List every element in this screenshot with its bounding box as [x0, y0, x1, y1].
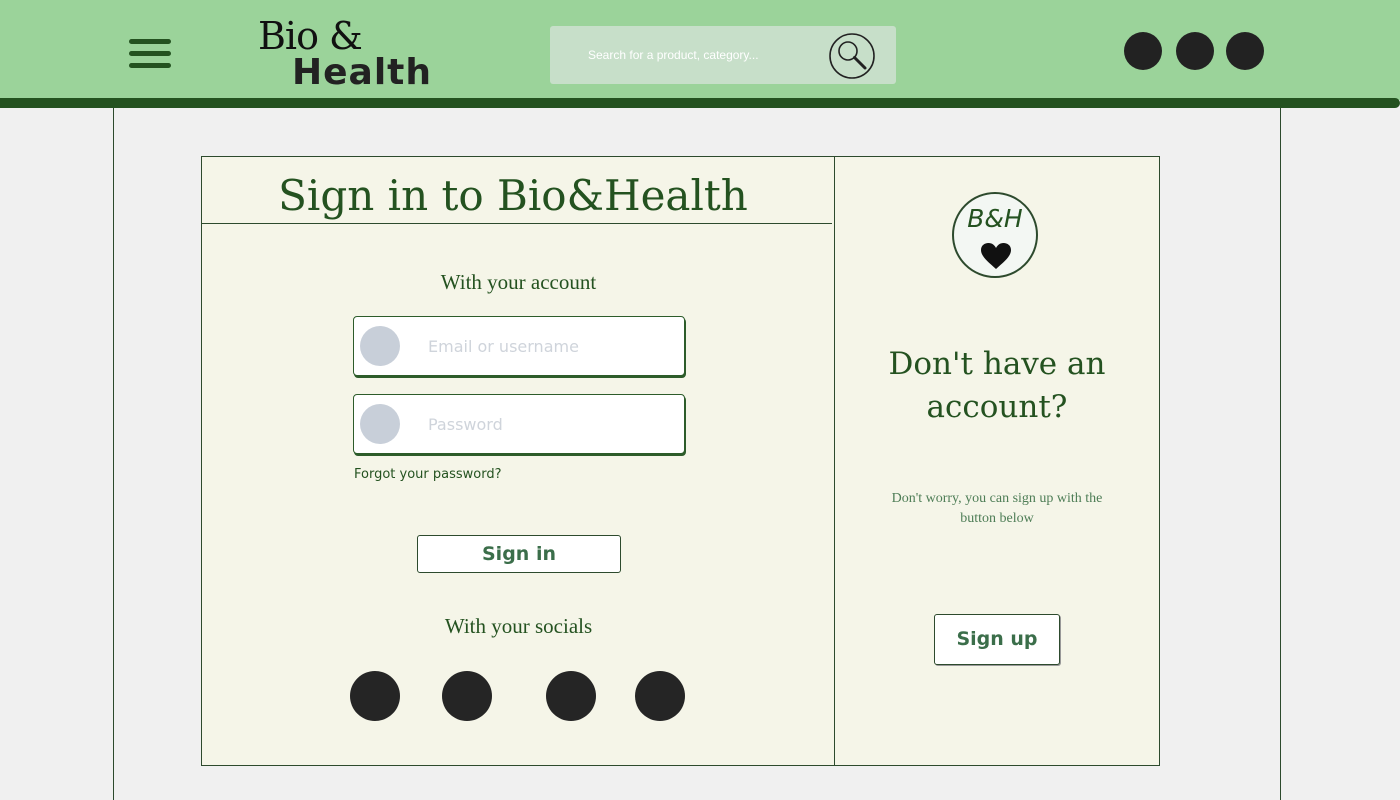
- signin-panel: Sign in to Bio&Health With your account …: [201, 156, 835, 766]
- badge-text: B&H: [967, 204, 1023, 233]
- signin-button[interactable]: Sign in: [417, 535, 621, 573]
- password-input[interactable]: [428, 413, 668, 435]
- left-guide-line: [113, 0, 114, 800]
- brand-badge: B&H: [952, 192, 1038, 278]
- header-action-icon-2[interactable]: [1176, 32, 1214, 70]
- social-login-icon-2[interactable]: [442, 671, 492, 721]
- signup-panel: B&H Don't have an account? Don't worry, …: [834, 156, 1160, 766]
- header-action-icon-1[interactable]: [1124, 32, 1162, 70]
- top-header: Bio & Health: [0, 0, 1400, 100]
- social-login-icon-4[interactable]: [635, 671, 685, 721]
- logo-line2[interactable]: Health: [292, 52, 432, 93]
- social-login-icon-1[interactable]: [350, 671, 400, 721]
- lock-icon: [360, 404, 400, 444]
- email-field[interactable]: [353, 316, 685, 376]
- account-heading: With your account: [440, 270, 597, 294]
- title-divider: [202, 223, 832, 224]
- signup-button[interactable]: Sign up: [934, 614, 1060, 665]
- hamburger-menu-icon[interactable]: [129, 39, 171, 71]
- social-login-icon-3[interactable]: [546, 671, 596, 721]
- header-action-icon-3[interactable]: [1226, 32, 1264, 70]
- forgot-password-link[interactable]: Forgot your password?: [354, 467, 502, 482]
- signup-heading: Don't have an account?: [888, 346, 1106, 425]
- right-guide-line: [1280, 0, 1281, 800]
- password-field[interactable]: [353, 394, 685, 454]
- search-input[interactable]: [588, 45, 828, 65]
- email-input[interactable]: [428, 335, 668, 357]
- search-icon[interactable]: [828, 32, 876, 80]
- header-divider: [0, 98, 1400, 108]
- signin-title: Sign in to Bio&Health: [278, 171, 748, 220]
- user-icon: [360, 326, 400, 366]
- signup-note: Don't worry, you can sign up with the bu…: [891, 491, 1103, 526]
- heart-icon: [981, 243, 1011, 269]
- search-bar: [550, 26, 896, 84]
- socials-heading: With your socials: [444, 614, 593, 638]
